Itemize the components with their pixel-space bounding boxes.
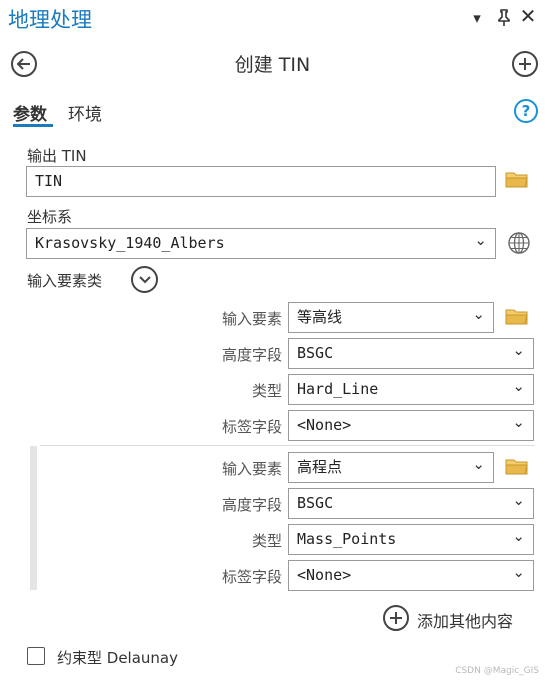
type-value: Hard_Line: [297, 380, 379, 398]
folder-icon[interactable]: [505, 171, 529, 192]
tab-active-indicator: [13, 124, 53, 127]
pin-icon[interactable]: [495, 8, 513, 31]
folder-icon[interactable]: [505, 458, 529, 479]
close-icon[interactable]: ✕: [519, 6, 537, 26]
tag-field-label: 标签字段: [221, 418, 282, 436]
type-label: 类型: [251, 532, 282, 550]
tag-field-select[interactable]: <None>: [288, 560, 534, 591]
tag-field-value: <None>: [297, 416, 352, 434]
height-field-select[interactable]: BSGC: [288, 488, 534, 519]
chevron-down-icon[interactable]: [131, 266, 158, 293]
tab-parameters[interactable]: 参数: [13, 100, 47, 125]
type-select[interactable]: Hard_Line: [288, 374, 534, 405]
input-feature-select[interactable]: 等高线: [288, 302, 494, 333]
height-field-label: 高度字段: [221, 346, 282, 364]
tab-environments[interactable]: 环境: [68, 100, 102, 125]
constrained-delaunay-checkbox[interactable]: [27, 647, 45, 665]
coord-system-label: 坐标系: [27, 208, 73, 226]
input-feature-value: 高程点: [297, 458, 343, 476]
add-icon[interactable]: [512, 51, 538, 77]
output-tin-input[interactable]: TIN: [26, 166, 496, 197]
output-tin-label: 输出 TIN: [27, 147, 87, 165]
add-more-button[interactable]: 添加其他内容: [417, 608, 513, 632]
watermark: CSDN @Magic_GIS: [455, 666, 539, 676]
input-feature-label: 输入要素: [221, 310, 282, 328]
constrained-delaunay-label: 约束型 Delaunay: [57, 649, 178, 667]
tag-field-value: <None>: [297, 566, 352, 584]
height-field-value: BSGC: [297, 344, 334, 362]
globe-icon[interactable]: [507, 231, 531, 259]
pane-title: 地理处理: [8, 8, 92, 32]
add-more-icon[interactable]: [383, 605, 409, 631]
dropdown-icon[interactable]: ▾: [468, 8, 486, 28]
input-feature-value: 等高线: [297, 308, 343, 326]
type-value: Mass_Points: [297, 530, 397, 548]
input-feature-label: 输入要素: [221, 460, 282, 478]
coord-system-select[interactable]: Krasovsky_1940_Albers: [26, 228, 496, 259]
tool-title: 创建 TIN: [234, 54, 311, 76]
tag-field-label: 标签字段: [221, 568, 282, 586]
folder-icon[interactable]: [505, 308, 529, 329]
group-separator: [40, 445, 535, 446]
help-icon[interactable]: ?: [514, 99, 538, 123]
input-features-label: 输入要素类: [27, 272, 103, 290]
height-field-select[interactable]: BSGC: [288, 338, 534, 369]
input-feature-select[interactable]: 高程点: [288, 452, 494, 483]
type-select[interactable]: Mass_Points: [288, 524, 534, 555]
coord-system-value: Krasovsky_1940_Albers: [35, 234, 225, 252]
height-field-value: BSGC: [297, 494, 334, 512]
height-field-label: 高度字段: [221, 496, 282, 514]
type-label: 类型: [251, 382, 282, 400]
tag-field-select[interactable]: <None>: [288, 410, 534, 441]
